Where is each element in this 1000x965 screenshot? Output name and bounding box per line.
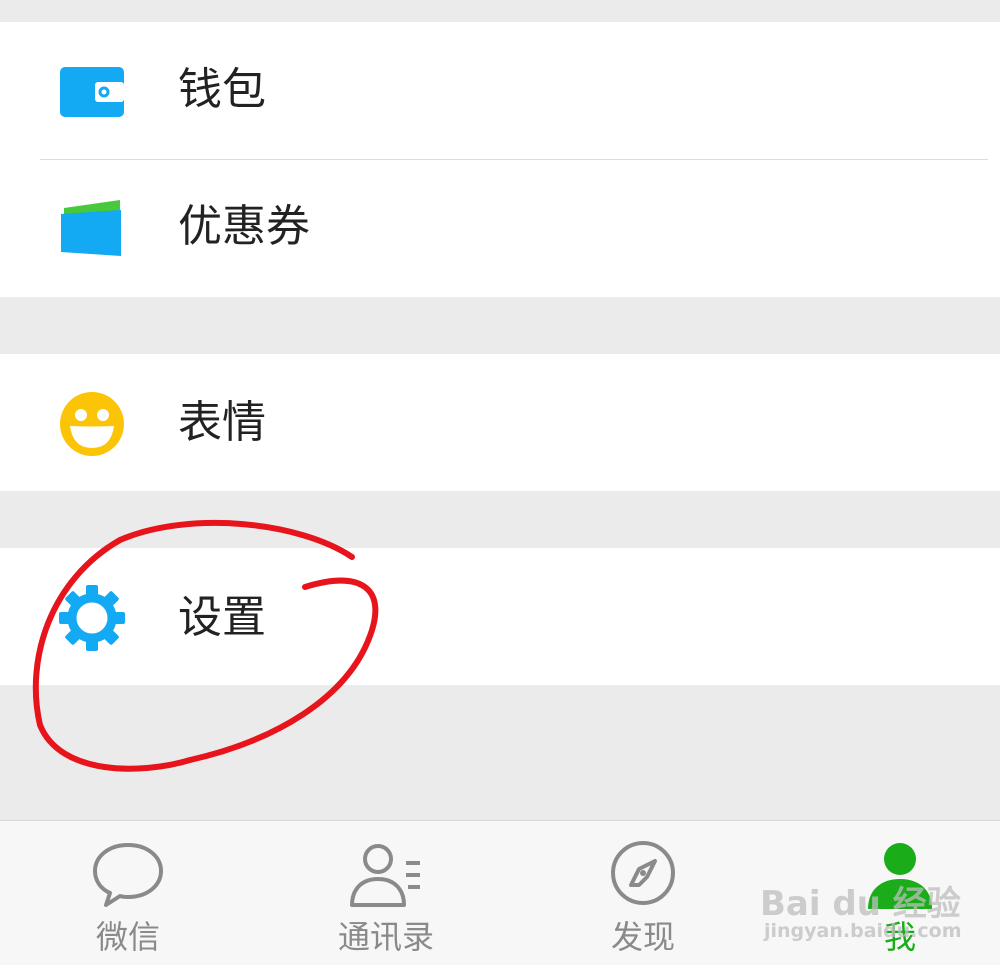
tab-discover[interactable]: 发现	[563, 821, 723, 965]
menu-item-coupons[interactable]: 优惠券	[0, 160, 1000, 297]
person-icon	[868, 843, 932, 909]
menu-label-coupons: 优惠券	[178, 201, 310, 252]
coupon-icon	[61, 200, 121, 256]
menu-item-wallet[interactable]: 钱包	[0, 22, 1000, 159]
tab-contacts[interactable]: 通讯录	[306, 821, 466, 965]
gear-icon	[59, 585, 125, 651]
tab-label-discover: 发现	[610, 918, 675, 956]
chat-bubble-icon	[93, 843, 163, 907]
tab-label-contacts: 通讯录	[337, 918, 434, 956]
menu-label-stickers: 表情	[178, 397, 266, 448]
menu-label-wallet: 钱包	[178, 64, 266, 115]
bottom-tab-bar: 微信 通讯录 发现 我	[0, 820, 1000, 965]
compass-icon	[611, 841, 675, 905]
wallet-icon	[60, 67, 124, 117]
tab-me[interactable]: 我	[820, 821, 980, 965]
tab-chats[interactable]: 微信	[48, 821, 208, 965]
wallet-coupons-group: 钱包 优惠券	[0, 22, 1000, 297]
smiley-icon	[60, 392, 124, 456]
tab-label-me: 我	[883, 918, 916, 956]
contacts-icon	[350, 844, 420, 907]
settings-group: 设置	[0, 548, 1000, 685]
stickers-group: 表情	[0, 354, 1000, 491]
menu-item-stickers[interactable]: 表情	[0, 354, 1000, 491]
menu-item-settings[interactable]: 设置	[0, 548, 1000, 685]
tab-label-chats: 微信	[95, 918, 160, 956]
menu-label-settings: 设置	[178, 592, 266, 643]
